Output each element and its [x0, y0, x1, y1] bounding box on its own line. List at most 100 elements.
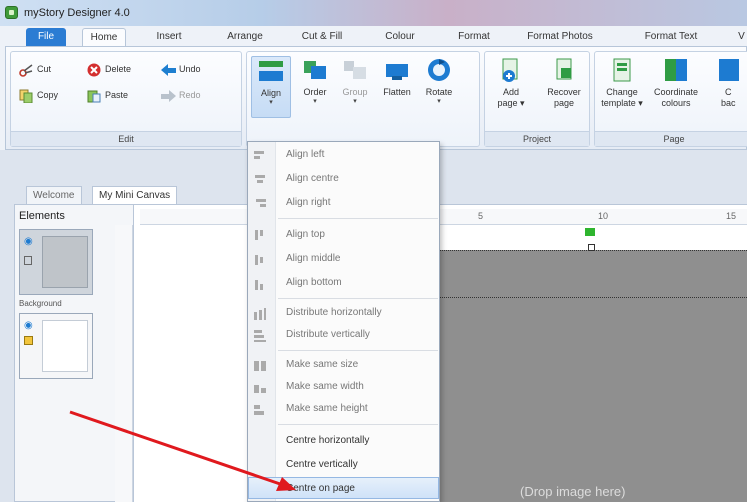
group-icon [341, 56, 369, 84]
background-button[interactable]: C bac [707, 56, 747, 109]
menu-distribute-vertically[interactable]: Distribute vertically [248, 324, 439, 346]
menu-align-middle[interactable]: Align middle [248, 248, 439, 270]
background-label: Background [19, 299, 62, 308]
flatten-button[interactable]: Flatten [377, 56, 417, 98]
window-title: myStory Designer 4.0 [24, 7, 130, 19]
tab-arrange[interactable]: Arrange [218, 28, 272, 46]
eye-icon[interactable]: ◉ [24, 236, 33, 247]
palette-icon [662, 56, 690, 84]
rotate-button[interactable]: Rotate ▾ [419, 56, 459, 106]
tab-my-mini-canvas[interactable]: My Mini Canvas [92, 186, 178, 204]
redo-button[interactable]: Redo [161, 86, 201, 104]
redo-icon [161, 89, 176, 103]
recover-page-button[interactable]: Recover page [541, 56, 587, 109]
arrange-group: Align ▾ Order ▾ Group ▾ Flatten Rotate ▾ [246, 51, 480, 147]
tab-home[interactable]: Home [82, 28, 126, 46]
ribbon: Cut Delete Undo Copy Paste Redo Edit Ali… [5, 46, 747, 150]
page-group-label: Page [595, 131, 747, 146]
tab-insert[interactable]: Insert [146, 28, 192, 46]
chevron-down-icon: ▾ [437, 98, 441, 105]
menu-separator [278, 298, 438, 299]
project-group: Add page ▾ Recover page Project [484, 51, 590, 147]
page-group: Change template ▾ Coordinate colours C b… [594, 51, 747, 147]
align-centre-icon [254, 173, 266, 185]
same-height-icon [254, 403, 266, 415]
add-page-button[interactable]: Add page ▾ [491, 56, 531, 109]
rotate-handle-icon[interactable] [585, 228, 595, 236]
delete-button[interactable]: Delete [87, 60, 131, 78]
tab-welcome[interactable]: Welcome [26, 186, 82, 204]
undo-button[interactable]: Undo [161, 60, 201, 78]
align-dropdown: Align left Align centre Align right Alig… [247, 141, 440, 502]
flatten-icon [383, 56, 411, 84]
order-button[interactable]: Order ▾ [295, 56, 335, 106]
align-bottom-icon [254, 277, 266, 290]
background-icon [717, 56, 745, 84]
recover-page-icon [550, 56, 578, 84]
align-left-icon [254, 149, 266, 161]
menu-align-right[interactable]: Align right [248, 192, 439, 214]
copy-icon [19, 89, 33, 104]
paste-icon [87, 89, 101, 103]
tab-colour[interactable]: Colour [378, 28, 422, 46]
edit-group-label: Edit [11, 131, 241, 146]
unlock-icon[interactable] [24, 256, 32, 265]
ribbon-tabs: File Home Insert Arrange Cut & Fill Colo… [0, 26, 747, 46]
cut-button[interactable]: Cut [19, 60, 51, 78]
elements-title: Elements [19, 210, 65, 222]
tab-file[interactable]: File [26, 28, 66, 46]
tab-cut-fill[interactable]: Cut & Fill [296, 28, 348, 46]
menu-align-top[interactable]: Align top [248, 224, 439, 246]
tab-format[interactable]: Format [452, 28, 496, 46]
tab-overflow[interactable]: V [736, 28, 747, 46]
paste-button[interactable]: Paste [87, 86, 128, 104]
tab-format-photos[interactable]: Format Photos [520, 28, 600, 46]
resize-handle[interactable] [588, 244, 595, 251]
chevron-down-icon: ▾ [269, 99, 273, 106]
distribute-vertical-icon [254, 329, 266, 342]
project-group-label: Project [485, 131, 589, 146]
element-thumb-2[interactable]: ◉ [19, 313, 93, 379]
horizontal-ruler: 5 10 15 [140, 209, 747, 225]
drop-image-placeholder[interactable]: (Drop image here) [520, 484, 626, 499]
menu-separator [278, 350, 438, 351]
copy-button[interactable]: Copy [19, 86, 58, 104]
distribute-horizontal-icon [254, 307, 266, 320]
align-top-icon [254, 229, 266, 241]
thumb-preview [42, 236, 88, 288]
change-template-button[interactable]: Change template ▾ [599, 56, 645, 109]
group-button[interactable]: Group ▾ [335, 56, 375, 106]
menu-align-centre[interactable]: Align centre [248, 168, 439, 190]
menu-align-bottom[interactable]: Align bottom [248, 272, 439, 294]
align-middle-icon [254, 253, 266, 265]
same-width-icon [254, 381, 266, 393]
menu-centre-on-page[interactable]: Centre on page [248, 477, 439, 499]
tab-format-text[interactable]: Format Text [636, 28, 706, 46]
undo-icon [161, 63, 176, 77]
same-size-icon [254, 359, 266, 371]
menu-centre-vertically[interactable]: Centre vertically [248, 454, 439, 476]
align-button[interactable]: Align ▾ [251, 56, 291, 118]
add-page-icon [497, 56, 525, 84]
title-bar: myStory Designer 4.0 [0, 0, 747, 26]
chevron-down-icon: ▾ [353, 98, 357, 105]
element-thumb-background[interactable]: ◉ [19, 229, 93, 295]
app-icon [5, 6, 18, 19]
menu-centre-horizontally[interactable]: Centre horizontally [248, 430, 439, 452]
rotate-icon [425, 56, 453, 84]
template-icon [608, 56, 636, 84]
align-icon [257, 57, 285, 85]
coordinate-colours-button[interactable]: Coordinate colours [651, 56, 701, 109]
chevron-down-icon: ▾ [313, 98, 317, 105]
menu-separator [278, 424, 438, 425]
menu-make-same-width[interactable]: Make same width [248, 376, 439, 398]
menu-separator [278, 218, 438, 219]
menu-make-same-size[interactable]: Make same size [248, 354, 439, 376]
menu-make-same-height[interactable]: Make same height [248, 398, 439, 420]
edit-group: Cut Delete Undo Copy Paste Redo Edit [10, 51, 242, 147]
lock-icon[interactable] [24, 336, 33, 345]
eye-icon[interactable]: ◉ [24, 320, 33, 331]
menu-align-left[interactable]: Align left [248, 144, 439, 166]
menu-distribute-horizontally[interactable]: Distribute horizontally [248, 302, 439, 324]
vertical-ruler [115, 225, 133, 502]
